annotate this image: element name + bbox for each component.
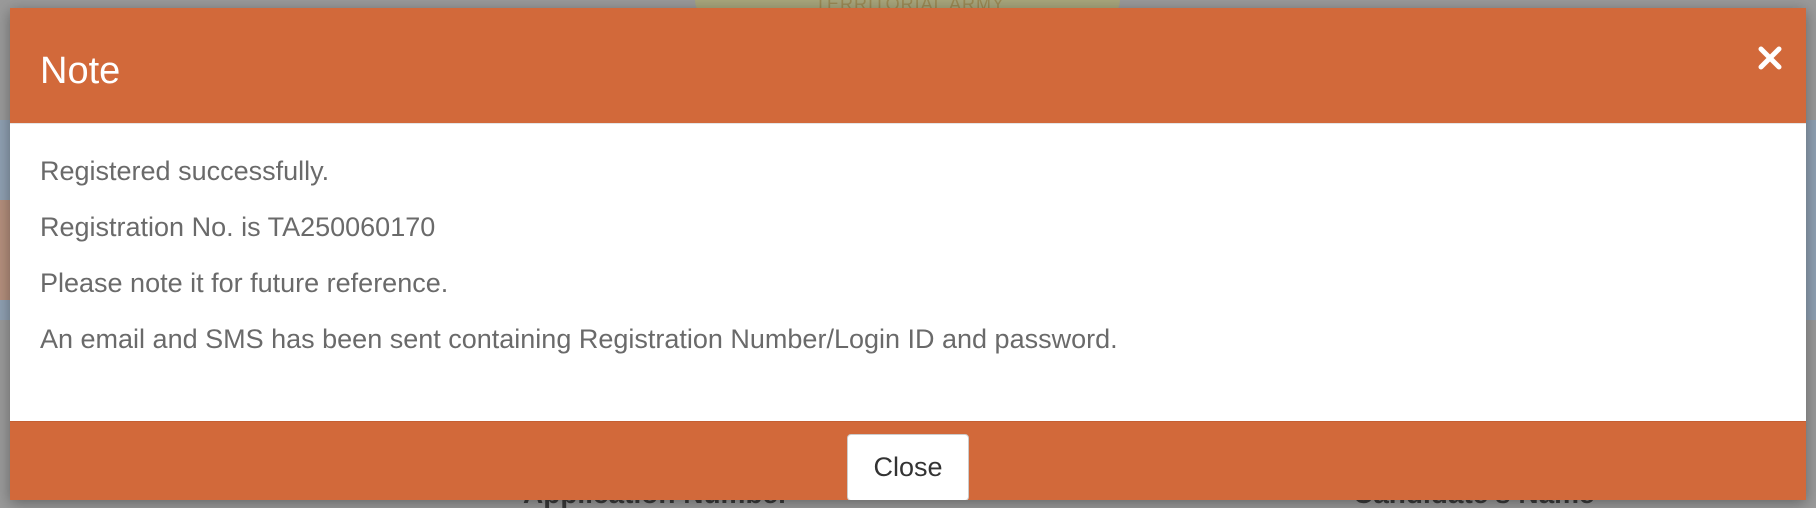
registration-number-message: Registration No. is TA250060170 [40,212,436,242]
modal-footer: Close [10,421,1806,500]
email-sms-message: An email and SMS has been sent containin… [40,324,1118,354]
reference-note-message: Please note it for future reference. [40,268,449,298]
modal-header: Note [10,8,1806,123]
success-message: Registered successfully. [40,156,330,186]
close-icon-button[interactable] [1752,40,1788,76]
close-icon [1758,46,1782,70]
modal-title: Note [40,50,121,92]
close-button[interactable]: Close [847,434,969,500]
note-modal: Note Registered successfully. Registrati… [10,8,1806,500]
modal-body: Registered successfully. Registration No… [10,123,1806,421]
